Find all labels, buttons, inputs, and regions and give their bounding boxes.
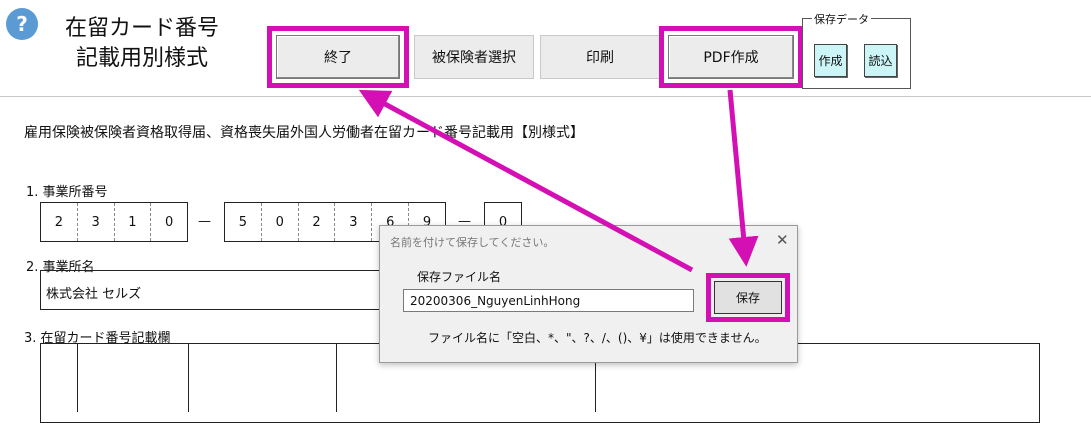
arrow-to-exit <box>358 89 694 273</box>
arrow-to-save <box>727 89 759 267</box>
annotation-arrows <box>358 89 759 273</box>
